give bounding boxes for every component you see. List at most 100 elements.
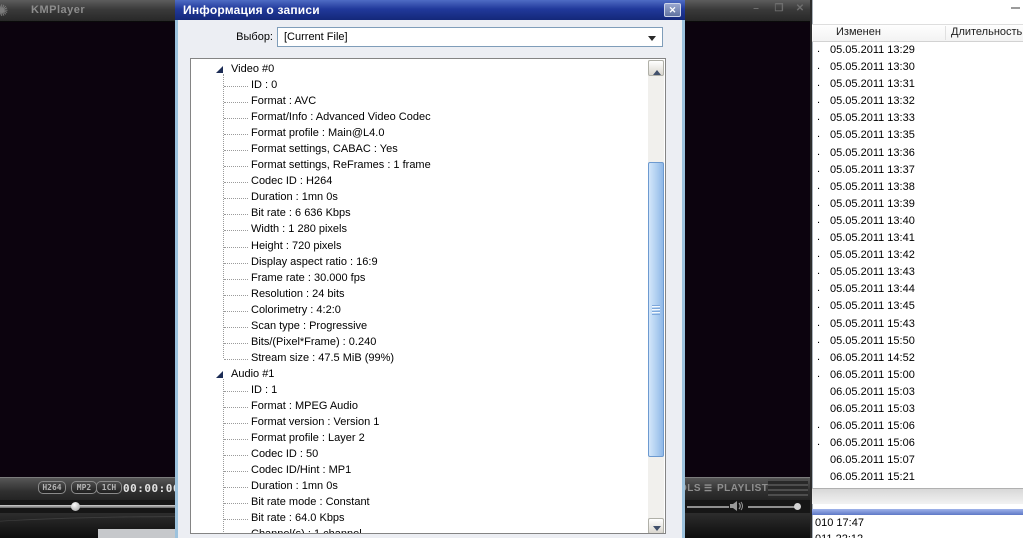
file-row[interactable]: . 05.05.2011 13:41 <box>812 230 1023 247</box>
tree-child-node[interactable]: Colorimetry : 4:2:0 <box>191 302 646 318</box>
tree-parent-node[interactable]: Audio #1 <box>191 366 646 382</box>
modified-date: 05.05.2011 13:33 <box>830 112 915 125</box>
tree-child-node[interactable]: Format/Info : Advanced Video Codec <box>191 109 646 125</box>
tree-node-label: Codec ID/Hint : MP1 <box>251 464 352 477</box>
tree-child-node[interactable]: Bit rate mode : Constant <box>191 494 646 510</box>
file-row[interactable]: . 05.05.2011 13:29 <box>812 42 1023 59</box>
tree-child-node[interactable]: Format profile : Layer 2 <box>191 430 646 446</box>
tree-child-node[interactable]: Display aspect ratio : 16:9 <box>191 254 646 270</box>
file-row[interactable]: 06.05.2011 15:03 <box>812 384 1023 401</box>
file-row[interactable]: . 05.05.2011 13:38 <box>812 179 1023 196</box>
column-header-duration[interactable]: Длительность <box>951 26 1022 38</box>
file-row[interactable]: . 05.05.2011 13:43 <box>812 264 1023 281</box>
expanded-arrow-icon[interactable] <box>216 66 223 73</box>
tree-child-node[interactable]: Stream size : 47.5 MiB (99%) <box>191 350 646 366</box>
tree-connector <box>224 214 248 216</box>
tree-child-node[interactable]: Bit rate : 64.0 Kbps <box>191 510 646 526</box>
file-row[interactable]: . 05.05.2011 13:36 <box>812 145 1023 162</box>
volume-track-right[interactable] <box>748 506 796 508</box>
tree-child-node[interactable]: ID : 0 <box>191 77 646 93</box>
tree-connector <box>224 326 248 328</box>
file-row[interactable]: . 05.05.2011 13:39 <box>812 196 1023 213</box>
column-separator[interactable] <box>945 26 946 40</box>
clipped-filename-text: . <box>817 436 821 449</box>
tree-connector <box>224 503 248 505</box>
speaker-icon[interactable] <box>730 500 744 512</box>
tree-child-node[interactable]: Codec ID/Hint : MP1 <box>191 462 646 478</box>
tree-child-node[interactable]: Format : AVC <box>191 93 646 109</box>
file-row[interactable]: . 05.05.2011 13:45 <box>812 298 1023 315</box>
file-row[interactable]: . 05.05.2011 13:44 <box>812 281 1023 298</box>
tree-child-node[interactable]: Channel(s) : 1 channel <box>191 526 646 533</box>
tree-child-node[interactable]: ID : 1 <box>191 382 646 398</box>
tree-child-node[interactable]: Frame rate : 30.000 fps <box>191 270 646 286</box>
tree-parent-node[interactable]: Video #0 <box>191 61 646 77</box>
file-row[interactable]: . 06.05.2011 14:52 <box>812 350 1023 367</box>
modified-date: 05.05.2011 13:42 <box>830 249 915 262</box>
tree-child-node[interactable]: Format settings, ReFrames : 1 frame <box>191 157 646 173</box>
file-row[interactable]: . 05.05.2011 13:32 <box>812 93 1023 110</box>
tree-child-node[interactable]: Format profile : Main@L4.0 <box>191 125 646 141</box>
tree-child-node[interactable]: Codec ID : 50 <box>191 446 646 462</box>
tree-child-node[interactable]: Format version : Version 1 <box>191 414 646 430</box>
file-row[interactable]: . 05.05.2011 13:31 <box>812 76 1023 93</box>
modified-date: 06.05.2011 15:06 <box>830 420 915 433</box>
tree-child-node[interactable]: Bit rate : 6 636 Kbps <box>191 205 646 221</box>
chevron-down-icon[interactable] <box>648 36 656 45</box>
file-row[interactable]: . 05.05.2011 15:50 <box>812 333 1023 350</box>
modified-date: 05.05.2011 13:31 <box>830 78 915 91</box>
file-row[interactable]: . 06.05.2011 15:06 <box>812 435 1023 452</box>
scroll-up-button[interactable] <box>648 60 664 76</box>
file-row[interactable]: . 05.05.2011 15:43 <box>812 316 1023 333</box>
file-row[interactable]: . 06.05.2011 15:00 <box>812 367 1023 384</box>
dialog-close-button[interactable]: ✕ <box>664 3 681 17</box>
tree-child-node[interactable]: Bits/(Pixel*Frame) : 0.240 <box>191 334 646 350</box>
source-select-dropdown[interactable]: [Current File] <box>277 27 663 47</box>
grip-texture <box>768 479 808 498</box>
tree-child-node[interactable]: Duration : 1mn 0s <box>191 478 646 494</box>
seek-thumb[interactable] <box>71 502 80 511</box>
maximize-button[interactable]: ❐ <box>771 3 787 14</box>
dialog-titlebar[interactable]: Информация о записи ✕ <box>175 0 685 20</box>
tree-child-node[interactable]: Resolution : 24 bits <box>191 286 646 302</box>
modified-date: 06.05.2011 15:21 <box>830 471 915 484</box>
minimize-button[interactable]: – <box>748 3 764 14</box>
partial-file-row[interactable]: 010 17:47 <box>815 517 864 529</box>
file-row[interactable]: . 05.05.2011 13:30 <box>812 59 1023 76</box>
file-list: . 05.05.2011 13:29. 05.05.2011 13:30. 05.05… <box>812 42 1023 486</box>
tree-node-label: Codec ID : H264 <box>251 175 333 188</box>
scroll-down-button[interactable] <box>648 518 664 533</box>
tree-child-node[interactable]: Height : 720 pixels <box>191 238 646 254</box>
tree-scrollbar[interactable] <box>648 60 664 533</box>
clipped-filename-text: . <box>817 60 821 73</box>
file-row[interactable]: . 05.05.2011 13:42 <box>812 247 1023 264</box>
file-row[interactable]: 06.05.2011 15:21 <box>812 469 1023 486</box>
tree-child-node[interactable]: Duration : 1mn 0s <box>191 189 646 205</box>
tree-connector <box>224 342 248 344</box>
clipped-filename-text: . <box>817 299 821 312</box>
tree-node-label: Resolution : 24 bits <box>251 287 345 300</box>
volume-track-left[interactable] <box>687 506 729 508</box>
file-row[interactable]: . 05.05.2011 13:37 <box>812 162 1023 179</box>
tree-child-node[interactable]: Width : 1 280 pixels <box>191 221 646 237</box>
expanded-arrow-icon[interactable] <box>216 370 223 378</box>
modified-date: 05.05.2011 13:43 <box>830 266 915 279</box>
file-row[interactable]: . 06.05.2011 15:06 <box>812 418 1023 435</box>
close-button[interactable]: ✕ <box>792 3 808 14</box>
column-header-modified[interactable]: Изменен <box>836 26 881 38</box>
modified-date: 06.05.2011 15:03 <box>830 402 915 415</box>
partial-file-row[interactable]: 011 22:12 <box>815 533 863 538</box>
tree-child-node[interactable]: Format settings, CABAC : Yes <box>191 141 646 157</box>
tree-child-node[interactable]: Format : MPEG Audio <box>191 398 646 414</box>
volume-thumb[interactable] <box>794 503 801 510</box>
tree-child-node[interactable]: Scan type : Progressive <box>191 318 646 334</box>
file-row[interactable]: 06.05.2011 15:03 <box>812 401 1023 418</box>
file-row[interactable]: . 05.05.2011 13:35 <box>812 127 1023 144</box>
tree-child-node[interactable]: Codec ID : H264 <box>191 173 646 189</box>
file-row[interactable]: 06.05.2011 15:07 <box>812 452 1023 469</box>
playlist-button[interactable]: PLAYLIST <box>717 483 768 494</box>
file-row[interactable]: . 05.05.2011 13:40 <box>812 213 1023 230</box>
tree-connector <box>224 230 248 232</box>
file-row[interactable]: . 05.05.2011 13:33 <box>812 110 1023 127</box>
scroll-thumb[interactable] <box>648 162 664 457</box>
